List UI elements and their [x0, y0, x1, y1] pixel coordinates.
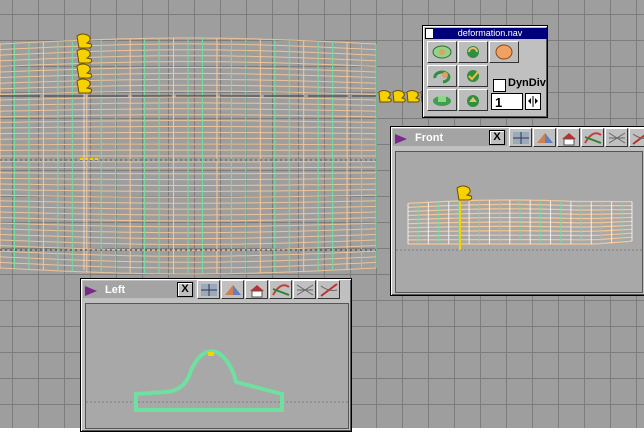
left-close-button[interactable]: X	[177, 282, 193, 297]
window-menu-icon[interactable]	[83, 283, 101, 297]
dolly-button[interactable]	[489, 41, 519, 63]
front-view-window[interactable]: Front X	[390, 126, 644, 296]
deform-icon	[320, 283, 338, 297]
mesh-tool-button[interactable]	[605, 128, 628, 147]
deformation-nav-palette[interactable]: deformation.nav DynDiv 1	[422, 25, 548, 118]
deform-tool-button[interactable]	[317, 280, 340, 299]
hand-pointer-icon	[76, 33, 93, 94]
divisions-stepper[interactable]	[525, 93, 541, 110]
track-icon	[432, 45, 452, 59]
grid-tool-button[interactable]	[509, 128, 532, 147]
grid-icon	[513, 132, 529, 144]
palette-title: deformation.nav	[433, 28, 547, 39]
rotate-button[interactable]	[427, 65, 457, 87]
deform-icon	[632, 133, 644, 145]
house-icon	[250, 285, 264, 298]
mesh-icon	[608, 132, 626, 144]
mesh-tool-button[interactable]	[293, 280, 316, 299]
select-button[interactable]	[427, 89, 457, 111]
raise-icon	[467, 95, 479, 107]
shade-tool-button[interactable]	[221, 280, 244, 299]
curve-tool-button[interactable]	[269, 280, 292, 299]
front-title: Front	[415, 131, 444, 144]
shade-icon	[537, 133, 553, 143]
deform-tool-button[interactable]	[629, 128, 644, 147]
tumble-button[interactable]	[458, 41, 488, 63]
dolly-icon	[495, 44, 513, 60]
front-viewport[interactable]	[395, 151, 643, 293]
curve-icon	[272, 284, 290, 296]
left-view-window[interactable]: Left X	[80, 278, 352, 432]
dyndiv-label: DynDiv	[508, 77, 546, 89]
check-icon	[467, 70, 479, 82]
divisions-input[interactable]: 1	[491, 93, 523, 110]
front-close-button[interactable]: X	[489, 130, 505, 145]
left-title: Left	[105, 283, 126, 296]
hand-pointer-icon	[456, 185, 473, 201]
left-profile-curve[interactable]	[86, 304, 348, 428]
front-mesh[interactable]	[396, 152, 642, 292]
front-toolbar	[509, 128, 644, 147]
tumble-icon	[467, 46, 479, 58]
mesh-icon	[296, 284, 314, 296]
house-icon	[562, 133, 576, 146]
curve-tool-button[interactable]	[581, 128, 604, 147]
pivot-marker-icon	[80, 158, 98, 160]
house-tool-button[interactable]	[245, 280, 268, 299]
curve-icon	[584, 132, 602, 144]
left-toolbar	[197, 280, 341, 299]
shade-tool-button[interactable]	[533, 128, 556, 147]
raise-button[interactable]	[458, 89, 488, 111]
select-icon	[433, 96, 451, 106]
check-button[interactable]	[458, 65, 488, 87]
dyndiv-checkbox[interactable]	[493, 79, 506, 92]
shade-icon	[225, 285, 241, 295]
grid-icon	[201, 284, 217, 296]
rotate-icon	[433, 70, 451, 84]
house-tool-button[interactable]	[557, 128, 580, 147]
track-button[interactable]	[427, 41, 457, 63]
grid-tool-button[interactable]	[197, 280, 220, 299]
window-menu-icon[interactable]	[393, 131, 411, 145]
stepper-arrows-icon	[528, 96, 538, 107]
left-viewport[interactable]	[85, 303, 349, 429]
